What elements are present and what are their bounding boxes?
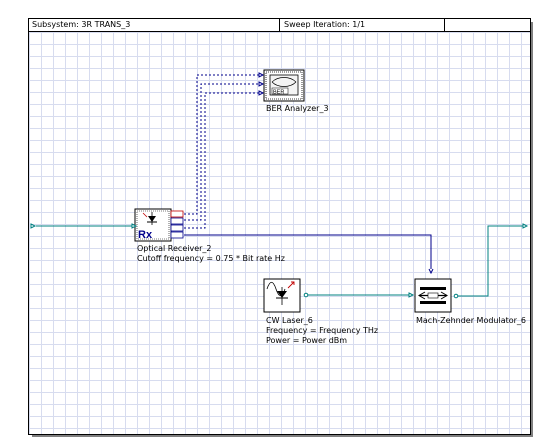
ber-icon-text: BER [273,89,284,95]
output-port-right[interactable] [522,223,529,229]
laser-out-port[interactable] [303,292,309,298]
wire-receiver-to-ber-2[interactable] [184,83,262,221]
input-port-left[interactable] [30,223,37,229]
ber-in-port-1[interactable] [258,72,265,78]
optical-receiver-block[interactable]: Rx [134,208,184,242]
wire-receiver-to-ber-3[interactable] [184,92,262,229]
wire-receiver-to-ber-1[interactable] [184,74,262,215]
mz-modulator-label: Mach-Zehnder Modulator_6 [416,316,527,325]
cw-laser-block[interactable] [263,278,301,313]
ber-in-port-2[interactable] [258,81,265,87]
modulator-optical-in-port[interactable] [408,292,415,298]
rx-icon-text: Rx [138,229,153,241]
cw-laser-label: CW Laser_6 [266,316,313,325]
mz-modulator-block[interactable] [414,278,452,313]
wire-modulator-to-output[interactable] [455,225,525,297]
eye-diagram-icon: BER [269,74,299,96]
receiver-out-port-4[interactable] [170,231,184,239]
cw-laser-frequency-param: Frequency = Frequency THz [266,326,379,335]
schematic: BER Rx [30,69,529,313]
optical-receiver-label: Optical Receiver_2 [137,244,212,253]
optical-receiver-param: Cutoff frequency = 0.75 * Bit rate Hz [137,254,285,263]
receiver-out-port-3[interactable] [170,224,184,232]
modulator-electrical-in-port[interactable] [428,268,434,275]
receiver-out-port-1[interactable] [170,210,184,218]
ber-analyzer-block[interactable]: BER [263,69,305,102]
ber-in-port-3[interactable] [258,90,265,96]
cw-laser-power-param: Power = Power dBm [266,336,348,345]
ber-analyzer-label: BER Analyzer_3 [266,104,329,113]
modulator-out-port[interactable] [453,293,459,299]
receiver-out-port-2[interactable] [170,217,184,225]
modulator-icon [418,287,448,304]
